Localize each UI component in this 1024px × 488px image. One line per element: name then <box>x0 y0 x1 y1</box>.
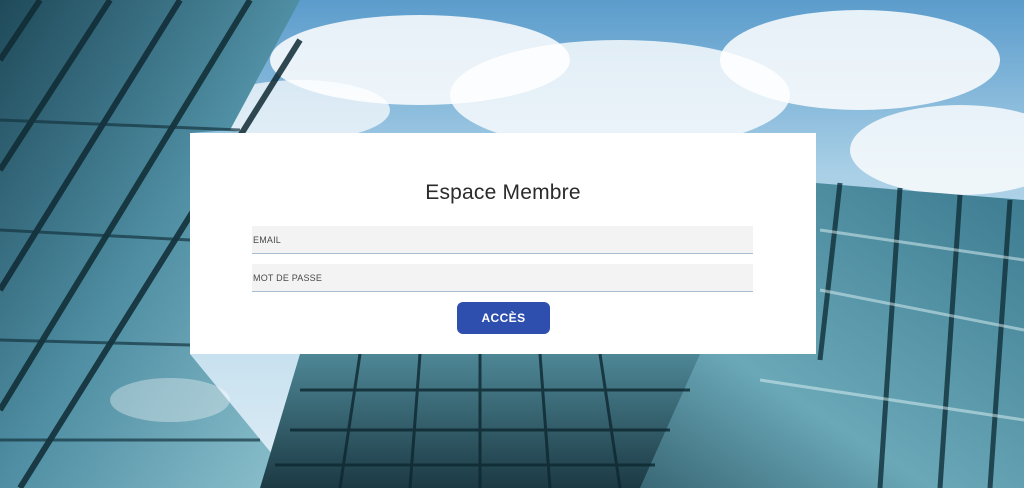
access-button[interactable]: ACCÈS <box>457 302 550 334</box>
page-title: Espace Membre <box>425 181 581 204</box>
email-field[interactable] <box>252 226 753 254</box>
password-field[interactable] <box>252 264 753 292</box>
login-card: Espace Membre ACCÈS <box>190 133 816 354</box>
